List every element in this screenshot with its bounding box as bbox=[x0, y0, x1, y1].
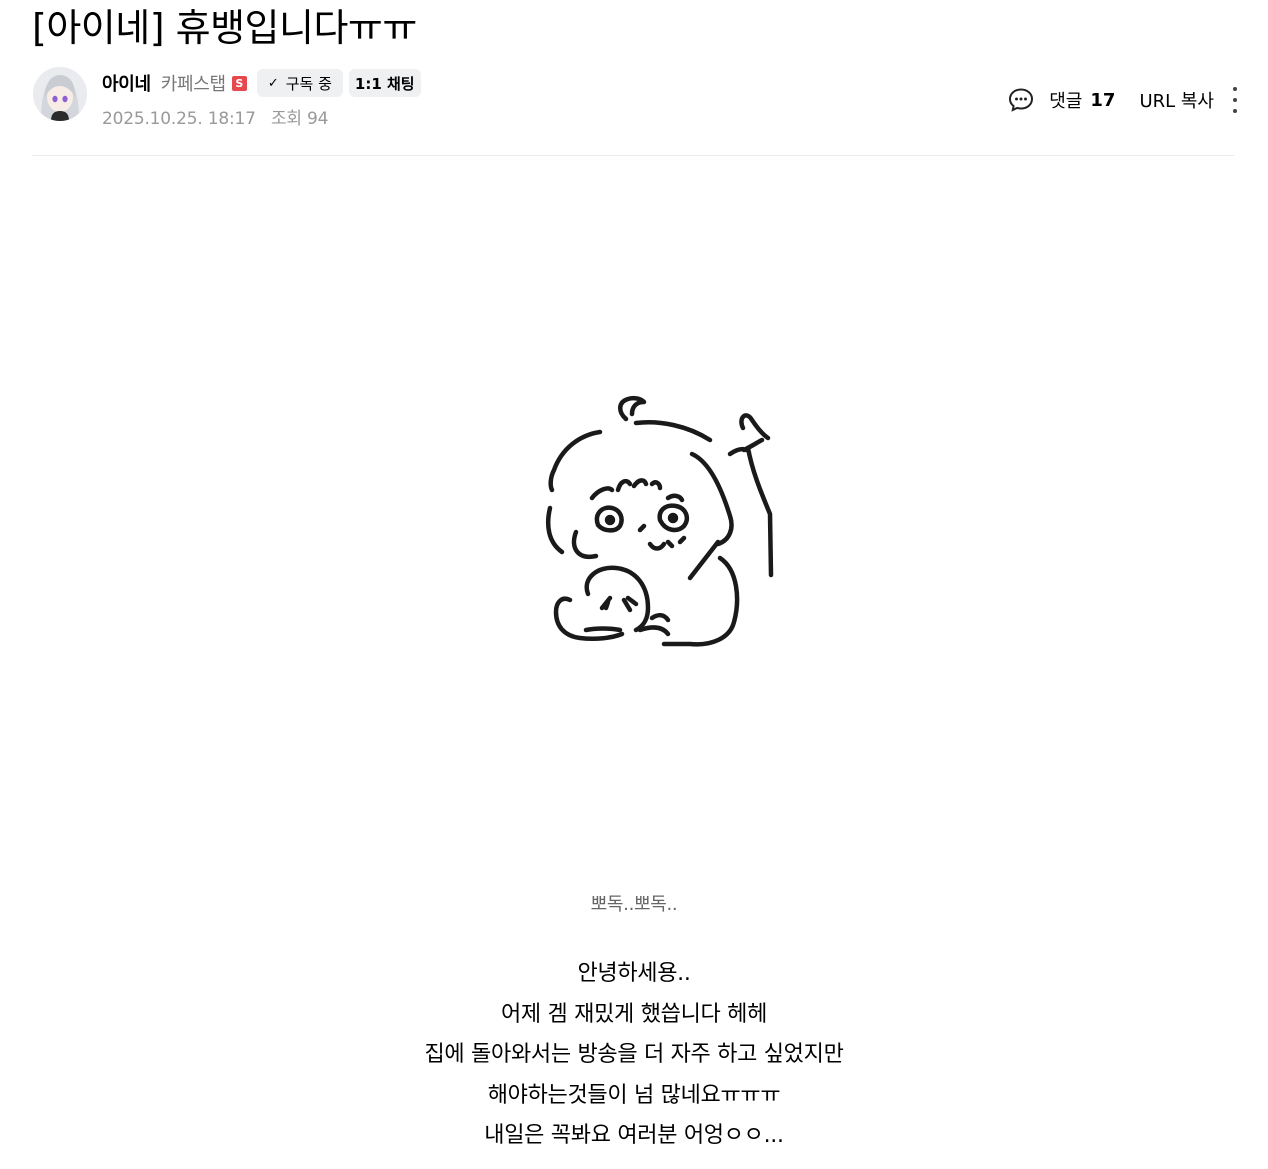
post-title: [아이네] 휴뱅입니다ㅠㅠ bbox=[32, 6, 417, 50]
body-line: 해야하는것들이 넘 많네요ㅠㅠㅠ bbox=[487, 1082, 781, 1108]
subscribe-button[interactable]: ✓ 구독 중 bbox=[256, 69, 343, 97]
post-date: 2025.10.25. 18:17 bbox=[102, 109, 256, 129]
post-actions: 댓글 17 URL 복사 bbox=[1007, 84, 1238, 116]
post-drawing-image[interactable] bbox=[540, 390, 780, 655]
comment-label: 댓글 bbox=[1049, 91, 1083, 112]
author-avatar[interactable] bbox=[33, 67, 87, 121]
comment-icon bbox=[1009, 88, 1034, 112]
staff-badge-icon: S bbox=[231, 75, 247, 91]
check-icon: ✓ bbox=[267, 75, 279, 91]
body-line: 내일은 꼭봐요 여러분 어엉ㅇㅇ... bbox=[484, 1123, 784, 1148]
author-level: 카페스탭 bbox=[160, 74, 226, 95]
body-line: 안녕하세용.. bbox=[577, 961, 691, 986]
subscribe-label: 구독 중 bbox=[285, 74, 332, 93]
header-divider bbox=[32, 155, 1234, 156]
image-caption: 뽀독..뽀독.. bbox=[590, 894, 678, 915]
avatar-image bbox=[33, 67, 87, 121]
post-body: 안녕하세용.. 어제 겜 재밌게 했씁니다 헤헤 집에 돌아와서는 방송을 더 … bbox=[0, 954, 1268, 1157]
author-name[interactable]: 아이네 bbox=[102, 70, 151, 96]
body-line: 어제 겜 재밌게 했씁니다 헤헤 bbox=[500, 1001, 768, 1027]
body-line: 집에 돌아와서는 방송을 더 자주 하고 싶었지만 bbox=[424, 1042, 844, 1067]
url-copy-button[interactable]: URL 복사 bbox=[1139, 87, 1214, 113]
comment-link[interactable]: 댓글 17 bbox=[1007, 86, 1115, 114]
view-count: 조회 94 bbox=[270, 109, 329, 129]
chat-button[interactable]: 1:1 채팅 bbox=[348, 69, 421, 97]
author-info: 아이네 카페스탭 S ✓ 구독 중 1:1 채팅 bbox=[102, 68, 421, 98]
post-meta: 2025.10.25. 18:17 조회 94 bbox=[102, 104, 328, 129]
comment-count: 17 bbox=[1090, 89, 1116, 111]
chat-label: 1:1 채팅 bbox=[354, 74, 415, 93]
more-options-icon[interactable] bbox=[1232, 87, 1238, 113]
